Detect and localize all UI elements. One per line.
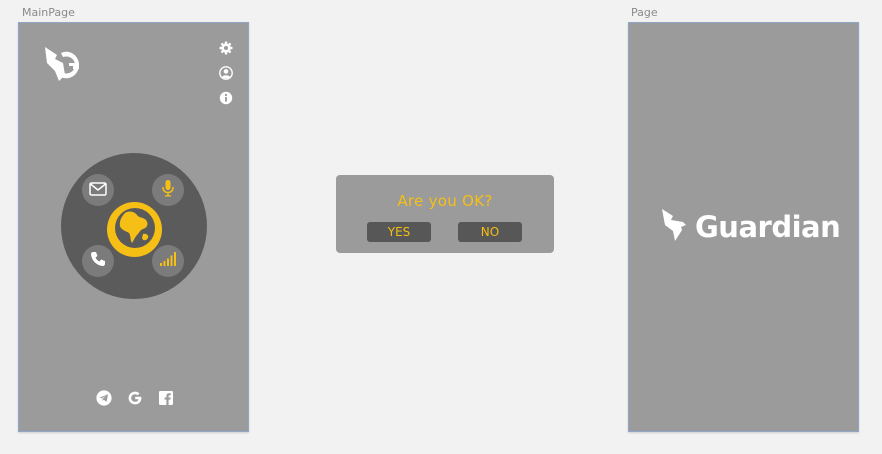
- globe-button[interactable]: [107, 202, 162, 257]
- info-icon[interactable]: [219, 90, 233, 105]
- artboard-label-main: MainPage: [22, 6, 75, 19]
- signal-icon: [159, 251, 177, 271]
- phone-button[interactable]: [82, 245, 114, 277]
- facebook-icon[interactable]: [158, 390, 174, 406]
- mail-button[interactable]: [82, 174, 114, 206]
- gear-icon[interactable]: [219, 40, 233, 55]
- no-button[interactable]: NO: [458, 222, 522, 242]
- telegram-icon[interactable]: [96, 390, 112, 406]
- guardian-g-logo-icon: [43, 45, 81, 83]
- globe-icon: [113, 206, 157, 254]
- mail-icon: [89, 181, 107, 200]
- action-wheel: [61, 153, 207, 299]
- confirm-dialog: Are you OK? YES NO: [336, 175, 554, 253]
- splash-page-artboard: Guardian: [628, 22, 859, 432]
- dialog-title: Are you OK?: [397, 192, 493, 210]
- guardian-bird-icon: [661, 208, 687, 246]
- artboard-label-page: Page: [631, 6, 658, 19]
- yes-button[interactable]: YES: [367, 222, 431, 242]
- user-icon[interactable]: [219, 65, 233, 80]
- google-icon[interactable]: [127, 390, 143, 406]
- main-page-artboard: [18, 22, 249, 432]
- signal-button[interactable]: [152, 245, 184, 277]
- microphone-button[interactable]: [152, 174, 184, 206]
- brand-logo: Guardian: [661, 208, 841, 246]
- microphone-icon: [161, 179, 175, 201]
- phone-icon: [90, 251, 106, 271]
- brand-name: Guardian: [695, 210, 841, 244]
